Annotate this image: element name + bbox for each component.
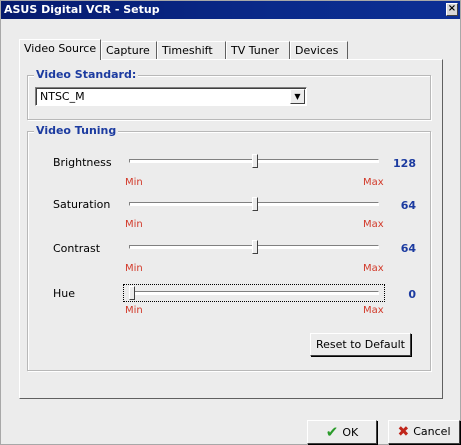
hue-slider-thumb[interactable] [129,286,135,300]
tab-devices[interactable]: Devices [290,41,348,59]
title-bar: ASUS Digital VCR - Setup × [1,1,460,19]
saturation-max-label: Max [363,219,384,230]
x-icon: ✖ [397,424,410,440]
video-standard-select[interactable]: NTSC_M ▼ [35,87,307,106]
tab-capture[interactable]: Capture [101,41,157,59]
tab-video-source[interactable]: Video Source [19,39,101,60]
brightness-max-label: Max [363,177,384,188]
hue-value: 0 [408,288,416,301]
contrast-label: Contrast [53,242,101,255]
cancel-button[interactable]: ✖ Cancel [388,420,460,444]
video-tuning-title: Video Tuning [34,124,119,137]
ok-label: OK [342,426,359,439]
saturation-value: 64 [400,199,416,212]
setup-dialog: ASUS Digital VCR - Setup × Video Source … [0,0,461,445]
brightness-value: 128 [393,157,416,170]
reset-to-default-button[interactable]: Reset to Default [310,333,411,356]
tab-tv-tuner[interactable]: TV Tuner [226,41,290,59]
hue-slider-track[interactable] [129,291,379,295]
checkmark-icon: ✔ [325,423,339,441]
saturation-slider-thumb[interactable] [252,197,258,211]
brightness-min-label: Min [125,177,143,188]
hue-max-label: Max [363,305,384,316]
window-title: ASUS Digital VCR - Setup [4,3,160,16]
brightness-slider-thumb[interactable] [252,154,258,168]
close-button[interactable]: × [446,3,458,16]
contrast-max-label: Max [363,263,384,274]
tab-timeshift[interactable]: Timeshift [157,41,226,59]
video-standard-value: NTSC_M [40,90,85,103]
cancel-label: Cancel [413,425,451,438]
saturation-min-label: Min [125,219,143,230]
contrast-min-label: Min [125,263,143,274]
hue-min-label: Min [125,305,143,316]
contrast-slider-thumb[interactable] [252,240,258,254]
dropdown-arrow-icon[interactable]: ▼ [290,89,305,104]
saturation-label: Saturation [53,198,111,211]
hue-label: Hue [53,287,76,300]
video-standard-title: Video Standard: [34,68,139,81]
contrast-value: 64 [400,242,416,255]
ok-button[interactable]: ✔ OK [307,420,377,444]
brightness-label: Brightness [53,156,112,169]
